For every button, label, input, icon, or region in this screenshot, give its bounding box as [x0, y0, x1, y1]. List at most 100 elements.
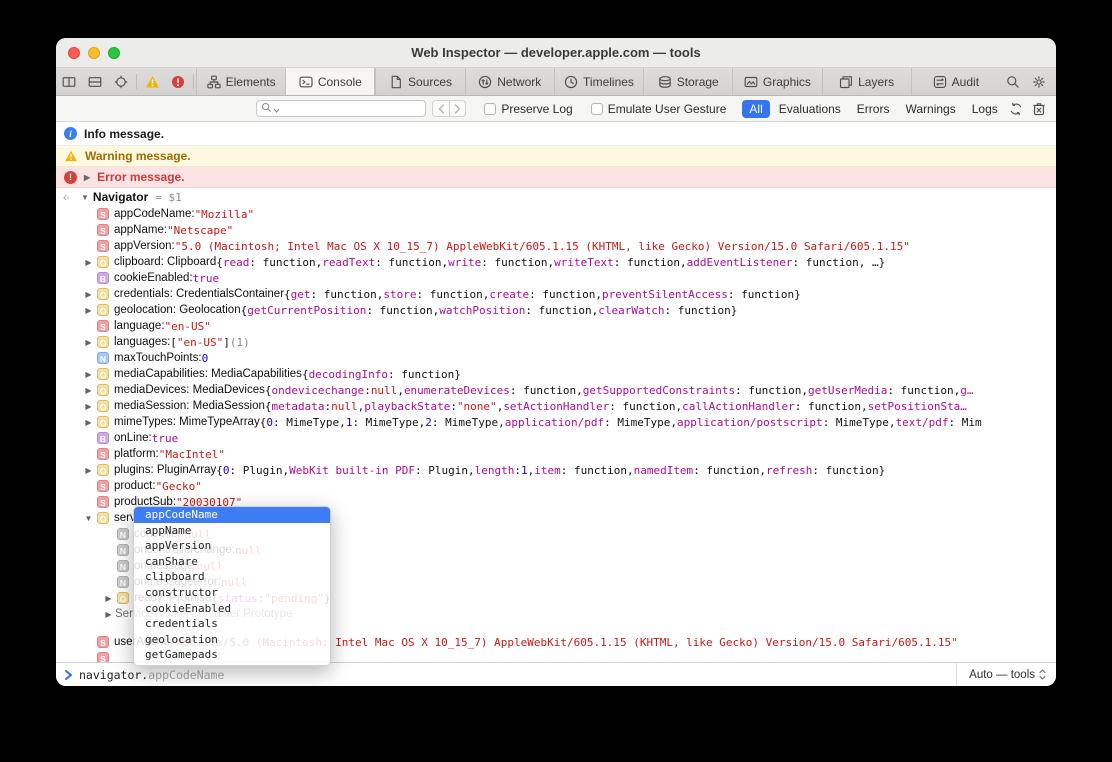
- tree-row[interactable]: SappCodeName: "Mozilla": [82, 206, 1056, 222]
- trash-icon[interactable]: [1027, 102, 1050, 116]
- tree-row[interactable]: BonLine: true: [82, 430, 1056, 446]
- tree-text: create: [489, 287, 530, 301]
- error-badge-icon[interactable]: [165, 68, 191, 95]
- tree-row[interactable]: SappName: "Netscape": [82, 222, 1056, 238]
- disclosure-triangle-icon[interactable]: ▶: [82, 386, 95, 395]
- tree-text: {: [216, 255, 223, 269]
- tab-sources[interactable]: Sources: [375, 68, 464, 95]
- tab-audit[interactable]: Audit: [910, 68, 1000, 95]
- info-icon: i: [64, 127, 77, 140]
- saved-result-variable: = $1: [155, 190, 182, 204]
- autocomplete-item[interactable]: appCodeName: [134, 507, 330, 523]
- tab-label: Graphics: [762, 74, 811, 89]
- tab-console[interactable]: Console: [285, 68, 376, 95]
- dock-bottom-icon[interactable]: [82, 68, 108, 95]
- autocomplete-item[interactable]: constructor: [134, 585, 330, 601]
- tree-row[interactable]: ▶ Ocredentials: CredentialsContainer {get…: [82, 286, 1056, 302]
- emulate-user-gesture-checkbox[interactable]: Emulate User Gesture: [590, 102, 726, 116]
- disclosure-triangle-icon[interactable]: ▶: [82, 418, 95, 427]
- tree-text: : function}: [388, 367, 461, 381]
- disclosure-triangle-icon[interactable]: ▶: [84, 173, 90, 182]
- dock-side-icon[interactable]: [56, 68, 82, 95]
- inspector-toolbar: Elements Console Sources Network Timelines St…: [56, 68, 1056, 96]
- disclosure-triangle-icon[interactable]: ▶: [82, 306, 95, 315]
- tree-row[interactable]: ▶ Ogeolocation: Geolocation {getCurrentPo…: [82, 302, 1056, 318]
- prompt-chevron-icon: [64, 669, 73, 680]
- autocomplete-item[interactable]: cookieEnabled: [134, 601, 330, 617]
- tree-text: mediaSession: MediaSession: [114, 400, 265, 412]
- previous-result-button[interactable]: [433, 101, 450, 116]
- preserve-log-checkbox[interactable]: Preserve Log: [484, 102, 573, 116]
- tree-row[interactable]: NmaxTouchPoints: 0: [82, 350, 1056, 366]
- tree-row[interactable]: Slanguage: "en-US": [82, 318, 1056, 334]
- disclosure-triangle-icon[interactable]: ▶: [82, 402, 95, 411]
- type-badge-S: S: [97, 636, 109, 648]
- search-input[interactable]: [256, 100, 427, 117]
- tree-text: "Netscape": [167, 223, 234, 237]
- warning-badge-icon[interactable]: [139, 68, 165, 95]
- element-picker-icon[interactable]: [108, 68, 134, 95]
- tab-network[interactable]: Network: [464, 68, 554, 95]
- updown-chevron-icon: [1039, 669, 1046, 680]
- autocomplete-item[interactable]: credentials: [134, 616, 330, 632]
- type-badge-N: N: [97, 352, 109, 364]
- autocomplete-item[interactable]: canShare: [134, 554, 330, 570]
- tree-row[interactable]: ▶ OmediaSession: MediaSession {metadata: …: [82, 398, 1056, 414]
- gear-icon[interactable]: [1026, 68, 1052, 95]
- scope-button-all[interactable]: All: [742, 99, 770, 118]
- checkbox-box[interactable]: [484, 102, 497, 115]
- tree-row[interactable]: ▶ Olanguages: ["en-US"] (1): [82, 334, 1056, 350]
- tree-row[interactable]: ▶ OmimeTypes: MimeTypeArray {0: MimeType,…: [82, 414, 1056, 430]
- type-badge-O: O: [97, 512, 109, 524]
- tab-elements[interactable]: Elements: [196, 68, 285, 95]
- disclosure-triangle-icon[interactable]: ▼: [81, 193, 89, 202]
- scope-button-logs[interactable]: Logs: [965, 100, 1005, 118]
- tree-row[interactable]: BcookieEnabled: true: [82, 270, 1056, 286]
- autocomplete-dropdown: appCodeName appName appVersion canShare clip…: [133, 506, 331, 666]
- disclosure-triangle-icon[interactable]: ▶: [82, 466, 95, 475]
- title-bar: Web Inspector — developer.apple.com — to…: [56, 38, 1056, 68]
- tree-row[interactable]: Splatform: "MacIntel": [82, 446, 1056, 462]
- scope-button-warnings[interactable]: Warnings: [898, 100, 962, 118]
- tab-timelines[interactable]: Timelines: [553, 68, 643, 95]
- autocomplete-item[interactable]: getGamepads: [134, 647, 330, 663]
- disclosure-triangle-icon[interactable]: ▶: [102, 594, 115, 603]
- tree-text: : function}: [727, 287, 801, 301]
- tab-storage[interactable]: Storage: [643, 68, 732, 95]
- tab-graphics[interactable]: Graphics: [732, 68, 821, 95]
- execution-context-selector[interactable]: Auto — tools: [956, 663, 1056, 686]
- tree-row[interactable]: ▶ OmediaDevices: MediaDevices {ondevicech…: [82, 382, 1056, 398]
- tree-row[interactable]: Sproduct: "Gecko": [82, 478, 1056, 494]
- console-input[interactable]: navigator.appCodeName: [79, 666, 224, 684]
- next-result-button[interactable]: [449, 101, 466, 116]
- tree-row[interactable]: ▶ OmediaCapabilities: MediaCapabilities {…: [82, 366, 1056, 382]
- disclosure-triangle-icon[interactable]: ▼: [82, 514, 95, 523]
- disclosure-triangle-icon[interactable]: ▶: [102, 610, 115, 619]
- checkbox-box[interactable]: [590, 102, 603, 115]
- tree-text: : MimeType,: [431, 415, 505, 429]
- sources-icon: [389, 75, 403, 89]
- autocomplete-item[interactable]: geolocation: [134, 632, 330, 648]
- tree-row[interactable]: ▶ Oplugins: PluginArray {0: Plugin, WebKi…: [82, 462, 1056, 478]
- console-error-message[interactable]: ! ▶ Error message.: [56, 167, 1056, 188]
- autocomplete-item[interactable]: appVersion: [134, 538, 330, 554]
- autocomplete-item[interactable]: appName: [134, 523, 330, 539]
- tree-row[interactable]: ▶ Oclipboard: Clipboard {read: function, …: [82, 254, 1056, 270]
- scope-button-errors[interactable]: Errors: [850, 100, 897, 118]
- tab-layers[interactable]: Layers: [821, 68, 911, 95]
- tree-text: languages:: [114, 336, 171, 348]
- tree-row[interactable]: SappVersion: "5.0 (Macintosh; Intel Mac …: [82, 238, 1056, 254]
- elements-icon: [206, 75, 221, 89]
- tree-text: appCodeName:: [114, 208, 195, 220]
- result-header-row[interactable]: ‹· ▼ Navigator = $1: [56, 188, 1056, 206]
- disclosure-triangle-icon[interactable]: ▶: [82, 290, 95, 299]
- disclosure-triangle-icon[interactable]: ▶: [82, 370, 95, 379]
- search-icon[interactable]: [1000, 68, 1026, 95]
- tree-text: "MacIntel": [158, 447, 225, 461]
- scope-button-evaluations[interactable]: Evaluations: [772, 100, 848, 118]
- disclosure-triangle-icon[interactable]: ▶: [82, 258, 95, 267]
- type-badge-O: O: [97, 384, 109, 396]
- autocomplete-item[interactable]: clipboard: [134, 569, 330, 585]
- disclosure-triangle-icon[interactable]: ▶: [82, 338, 95, 347]
- refresh-icon[interactable]: [1005, 102, 1028, 116]
